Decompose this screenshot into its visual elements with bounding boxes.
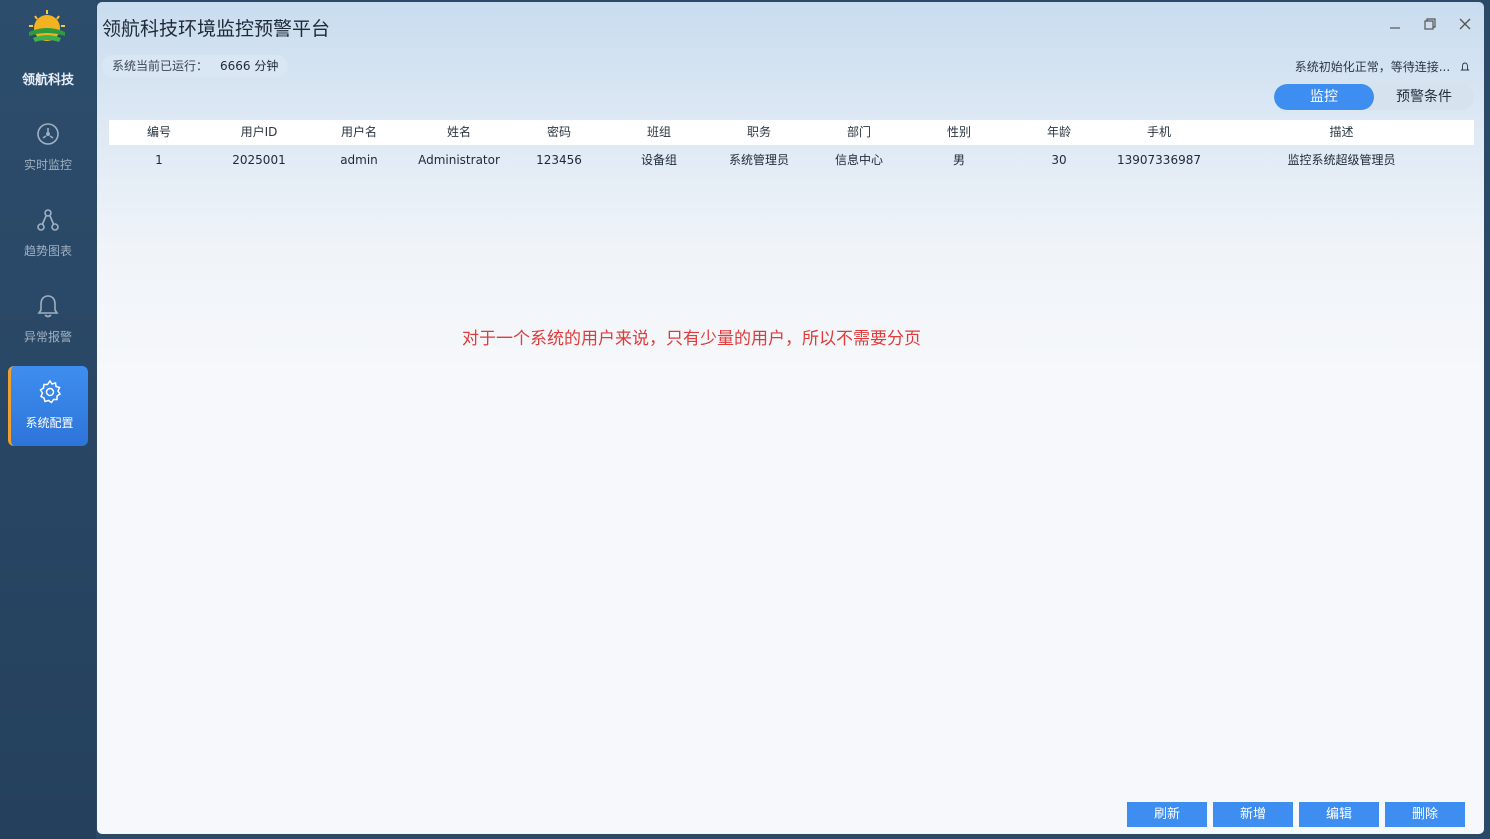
column-header[interactable]: 姓名 — [409, 120, 509, 145]
table-cell: Administrator — [418, 153, 500, 167]
table-cell: 系统管理员 — [728, 153, 789, 167]
table-cell: admin — [340, 153, 378, 167]
sidebar-item-trend-chart[interactable]: 趋势图表 — [8, 194, 88, 274]
bell-icon — [1460, 62, 1470, 71]
logo-icon — [29, 10, 65, 42]
monitor-icon — [37, 123, 59, 145]
table-header: 编号 用户ID 用户名 姓名 密码 班组 职务 部门 性别 年龄 手机 描述 — [109, 120, 1474, 145]
chart-nodes-icon — [37, 209, 59, 231]
column-header[interactable]: 职务 — [709, 120, 809, 145]
sidebar-item-label: 异常报警 — [23, 330, 72, 344]
tab-alarm-conditions[interactable]: 预警条件 — [1374, 84, 1474, 110]
column-header[interactable]: 班组 — [609, 120, 709, 145]
column-header[interactable]: 部门 — [809, 120, 909, 145]
table-cell: 30 — [1051, 153, 1067, 167]
tab-monitor[interactable]: 监控 — [1274, 84, 1374, 110]
column-header[interactable]: 编号 — [109, 120, 209, 145]
brand-name: 领航科技 — [21, 73, 74, 88]
table-cell: 男 — [952, 153, 965, 167]
table-cell: 2025001 — [232, 153, 286, 167]
runtime-label: 系统当前已运行： — [112, 59, 209, 73]
add-button[interactable]: 新增 — [1213, 802, 1293, 827]
column-header[interactable]: 用户ID — [209, 120, 309, 145]
sidebar-item-label: 实时监控 — [23, 158, 72, 172]
table-cell: 1 — [155, 153, 163, 167]
table-cell: 监控系统超级管理员 — [1287, 153, 1396, 167]
bell-icon — [37, 295, 59, 318]
sidebar-item-alarm[interactable]: 异常报警 — [8, 280, 88, 360]
column-header[interactable]: 用户名 — [309, 120, 409, 145]
sidebar-item-realtime-monitor[interactable]: 实时监控 — [8, 108, 88, 188]
table-cell: 设备组 — [640, 153, 677, 167]
user-table: 编号 用户ID 用户名 姓名 密码 班组 职务 部门 性别 年龄 手机 描述 1… — [109, 120, 1474, 175]
close-icon[interactable] — [1457, 16, 1473, 32]
sidebar-item-system-config[interactable]: 系统配置 — [8, 366, 88, 446]
delete-button[interactable]: 删除 — [1385, 802, 1465, 827]
runtime-value: 6666 分钟 — [220, 59, 279, 73]
column-header[interactable]: 描述 — [1209, 120, 1474, 145]
runtime-badge: 系统当前已运行： 6666 分钟 — [102, 55, 289, 77]
tab-group: 监控 预警条件 — [1274, 84, 1474, 110]
column-header[interactable]: 手机 — [1109, 120, 1209, 145]
main-window: 领航科技环境监控预警平台 系统当前已运行： 6666 分钟 系统初始化正常，等待连… — [97, 2, 1484, 834]
refresh-button[interactable]: 刷新 — [1127, 802, 1207, 827]
column-header[interactable]: 性别 — [909, 120, 1009, 145]
annotation-note: 对于一个系统的用户来说，只有少量的用户，所以不需要分页 — [462, 329, 921, 349]
table-cell: 信息中心 — [834, 153, 883, 167]
window-title: 领航科技环境监控预警平台 — [102, 18, 331, 40]
table-row[interactable]: 1 2025001 admin Administrator 123456 设备组… — [109, 145, 1474, 175]
minimize-icon[interactable] — [1387, 16, 1403, 32]
edit-button[interactable]: 编辑 — [1299, 802, 1379, 827]
status-text: 系统初始化正常，等待连接... — [1294, 60, 1451, 74]
column-header[interactable]: 年龄 — [1009, 120, 1109, 145]
restore-icon[interactable] — [1422, 16, 1438, 32]
gear-icon — [38, 379, 61, 404]
table-cell: 13907336987 — [1117, 153, 1201, 167]
table-cell: 123456 — [536, 153, 582, 167]
sidebar: 领航科技 实时监控 趋势图表 异常报警 系统配置 — [0, 0, 96, 839]
sidebar-item-label: 系统配置 — [25, 416, 74, 430]
sidebar-item-label: 趋势图表 — [23, 244, 72, 258]
status-bar: 系统初始化正常，等待连接... — [1295, 58, 1470, 75]
column-header[interactable]: 密码 — [509, 120, 609, 145]
